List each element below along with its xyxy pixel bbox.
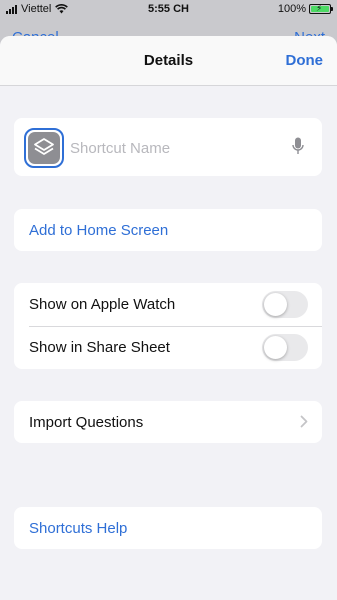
switch-knob <box>264 293 287 316</box>
add-to-home-screen-label: Add to Home Screen <box>29 222 169 239</box>
import-questions-row[interactable]: Import Questions <box>14 401 322 443</box>
charging-bolt-icon: ⚡ <box>316 3 323 13</box>
switch-knob <box>264 336 287 359</box>
status-right: 100% ⚡ <box>277 3 333 15</box>
microphone-icon[interactable] <box>292 137 304 155</box>
shortcut-name-input[interactable] <box>70 137 270 159</box>
done-button[interactable]: Done <box>286 52 324 69</box>
battery-icon: ⚡ <box>309 3 333 14</box>
battery-percent: 100% <box>277 3 306 15</box>
details-sheet: Details Done Add to Home Screen Show on … <box>0 36 337 600</box>
nav-bar: Details Done <box>0 36 337 86</box>
name-card <box>14 118 322 176</box>
shortcuts-help-label: Shortcuts Help <box>29 520 128 537</box>
share-sheet-label: Show in Share Sheet <box>29 339 170 356</box>
shortcuts-app-icon <box>28 132 60 164</box>
add-to-home-screen-button[interactable]: Add to Home Screen <box>14 209 322 251</box>
shortcuts-help-button[interactable]: Shortcuts Help <box>14 507 322 549</box>
apple-watch-label: Show on Apple Watch <box>29 296 176 313</box>
apple-watch-switch[interactable] <box>262 291 308 318</box>
share-sheet-switch[interactable] <box>262 334 308 361</box>
status-bar: Viettel 5:55 CH 100% ⚡ <box>0 0 337 20</box>
toggle-row-share-sheet: Show in Share Sheet <box>14 326 322 369</box>
chevron-right-icon <box>300 415 308 428</box>
import-questions-label: Import Questions <box>29 414 144 431</box>
toggle-row-apple-watch: Show on Apple Watch <box>14 283 322 326</box>
shortcut-icon-button[interactable] <box>24 128 64 168</box>
toggles-card: Show on Apple Watch Show in Share Sheet <box>14 283 322 369</box>
